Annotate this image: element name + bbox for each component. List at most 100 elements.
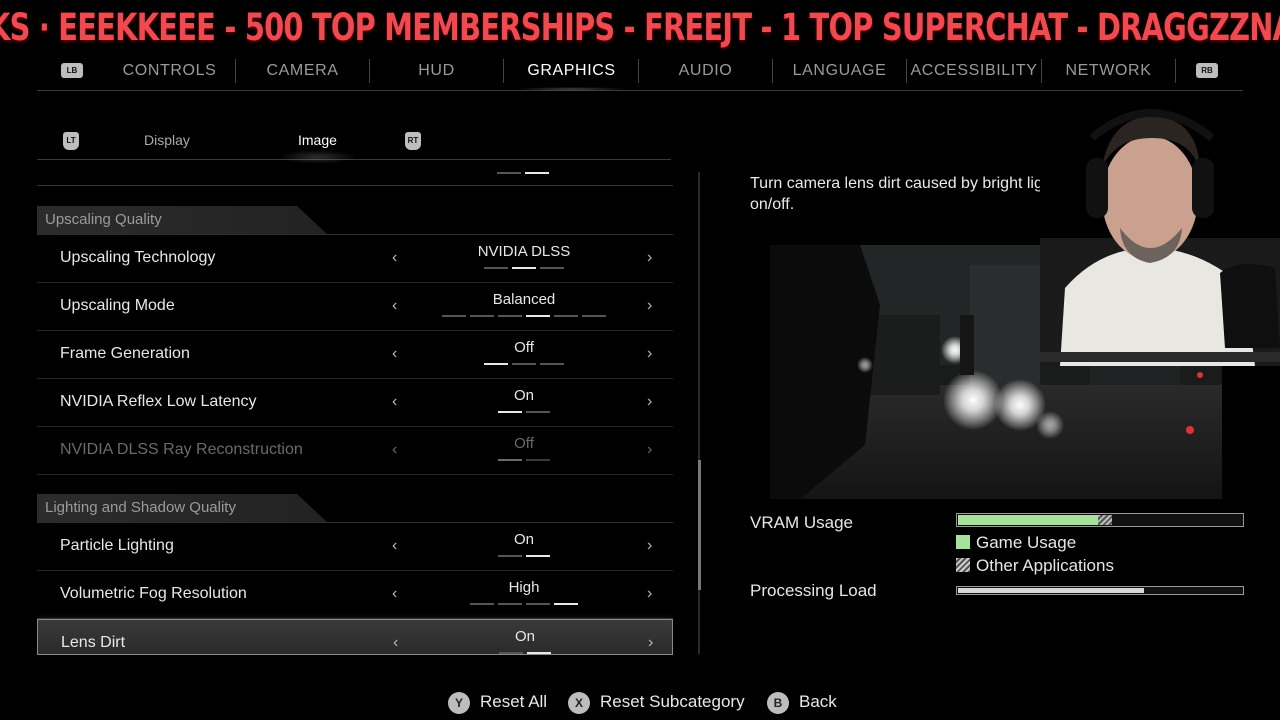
chevron-left-icon[interactable]: ‹ xyxy=(392,537,397,555)
chevron-right-icon[interactable]: › xyxy=(647,249,652,267)
previous-row-remnant xyxy=(37,160,673,186)
tab-language[interactable]: LANGUAGE xyxy=(782,55,897,87)
setting-row-nvidia-reflex[interactable]: NVIDIA Reflex Low Latency ‹ On › xyxy=(37,379,673,427)
scrollbar-thumb[interactable] xyxy=(698,460,701,590)
tab-network[interactable]: NETWORK xyxy=(1051,55,1166,87)
option-segment xyxy=(526,555,550,557)
option-segment xyxy=(498,459,522,461)
other-applications-swatch xyxy=(956,558,970,572)
settings-list[interactable]: Upscaling Quality Upscaling Technology ‹… xyxy=(37,160,673,655)
setting-label: Upscaling Mode xyxy=(60,297,175,314)
option-segment xyxy=(540,363,564,365)
option-segment xyxy=(527,652,551,654)
rb-button-icon[interactable]: RB xyxy=(1196,63,1218,78)
chevron-right-icon[interactable]: › xyxy=(647,297,652,315)
setting-label: NVIDIA Reflex Low Latency xyxy=(60,393,257,410)
option-indicator xyxy=(37,315,673,318)
chevron-left-icon[interactable]: ‹ xyxy=(392,297,397,315)
section-header-lighting: Lighting and Shadow Quality xyxy=(37,494,327,522)
remnant-segments xyxy=(497,172,557,175)
chevron-right-icon[interactable]: › xyxy=(647,537,652,555)
tab-divider xyxy=(638,59,639,83)
option-segment xyxy=(498,411,522,413)
option-segment xyxy=(470,603,494,605)
setting-value: On xyxy=(514,628,535,645)
y-button-icon: Y xyxy=(448,692,470,714)
tab-hud[interactable]: HUD xyxy=(379,55,494,87)
option-segment xyxy=(442,315,466,317)
processing-load-fill xyxy=(958,588,1144,593)
tab-controls[interactable]: CONTROLS xyxy=(112,55,227,87)
setting-value: Balanced xyxy=(492,291,556,308)
subtab-image[interactable]: Image xyxy=(278,132,357,164)
chevron-left-icon[interactable]: ‹ xyxy=(392,585,397,603)
chevron-right-icon[interactable]: › xyxy=(648,634,653,652)
vram-usage-bar xyxy=(956,513,1244,527)
tab-audio[interactable]: AUDIO xyxy=(648,55,763,87)
subtab-display[interactable]: Display xyxy=(144,132,190,148)
game-usage-swatch xyxy=(956,535,970,549)
setting-row-upscaling-technology[interactable]: Upscaling Technology ‹ NVIDIA DLSS › xyxy=(37,235,673,283)
option-indicator xyxy=(37,459,673,462)
option-indicator xyxy=(37,363,673,366)
legend-game-usage: Game Usage xyxy=(956,533,1076,553)
lb-button-icon[interactable]: LB xyxy=(61,63,83,78)
tab-graphics[interactable]: GRAPHICS xyxy=(514,55,629,91)
vram-other-fill xyxy=(1098,515,1113,525)
option-indicator xyxy=(37,603,673,606)
chevron-left-icon[interactable]: ‹ xyxy=(392,249,397,267)
streamer-webcam xyxy=(1040,98,1280,366)
tab-accessibility[interactable]: ACCESSIBILITY xyxy=(909,55,1039,87)
ticker-text: KS · EEEKKEEE - 500 TOP MEMBERSHIPS - FR… xyxy=(0,6,1280,49)
reset-all-button[interactable]: Y Reset All xyxy=(448,692,547,716)
setting-label: Particle Lighting xyxy=(60,537,174,554)
setting-label: NVIDIA DLSS Ray Reconstruction xyxy=(60,441,303,458)
tab-camera[interactable]: CAMERA xyxy=(245,55,360,87)
legend-other-applications: Other Applications xyxy=(956,556,1114,576)
chevron-left-icon[interactable]: ‹ xyxy=(392,393,397,411)
chevron-left-icon[interactable]: ‹ xyxy=(392,345,397,363)
option-segment xyxy=(470,315,494,317)
lt-trigger-icon[interactable]: LT xyxy=(63,132,79,150)
setting-row-lens-dirt[interactable]: Lens Dirt ‹ On › xyxy=(37,619,673,655)
setting-value: NVIDIA DLSS xyxy=(477,243,571,260)
option-segment xyxy=(582,315,606,317)
chevron-right-icon[interactable]: › xyxy=(647,345,652,363)
reset-subcategory-button[interactable]: X Reset Subcategory xyxy=(568,692,745,716)
setting-label: Upscaling Technology xyxy=(60,249,216,266)
setting-value: Off xyxy=(514,339,534,356)
chevron-left-icon: ‹ xyxy=(392,441,398,458)
setting-row-upscaling-mode[interactable]: Upscaling Mode ‹ Balanced › xyxy=(37,283,673,331)
option-segment xyxy=(512,267,536,269)
tab-divider xyxy=(906,59,907,83)
tab-divider xyxy=(369,59,370,83)
webcam-overlay xyxy=(1040,98,1280,366)
chevron-right-icon: › xyxy=(647,441,653,458)
sub-tab-bar: LT Display Image RT xyxy=(37,122,671,164)
option-segment xyxy=(526,459,550,461)
setting-value: On xyxy=(513,531,534,548)
rt-trigger-icon[interactable]: RT xyxy=(405,132,421,150)
chevron-left-icon[interactable]: ‹ xyxy=(393,634,398,652)
tab-divider xyxy=(1175,59,1176,83)
option-segment xyxy=(498,555,522,557)
back-button[interactable]: B Back xyxy=(767,692,837,716)
setting-row-dlss-ray-reconstruction: NVIDIA DLSS Ray Reconstruction ‹ Off › xyxy=(37,427,673,475)
stream-ticker: KS · EEEKKEEE - 500 TOP MEMBERSHIPS - FR… xyxy=(0,0,1280,58)
chevron-right-icon[interactable]: › xyxy=(647,585,652,603)
setting-row-volumetric-fog[interactable]: Volumetric Fog Resolution ‹ High › xyxy=(37,571,673,619)
option-indicator xyxy=(37,411,673,414)
chevron-right-icon[interactable]: › xyxy=(647,393,652,411)
setting-row-frame-generation[interactable]: Frame Generation ‹ Off › xyxy=(37,331,673,379)
setting-label: Frame Generation xyxy=(60,345,190,362)
vram-game-fill xyxy=(958,515,1099,525)
option-segment xyxy=(499,652,523,654)
option-segment xyxy=(512,363,536,365)
tab-divider xyxy=(772,59,773,83)
option-indicator xyxy=(38,652,673,655)
section-header-upscaling: Upscaling Quality xyxy=(37,206,327,234)
option-segment xyxy=(554,315,578,317)
processing-load-bar xyxy=(956,586,1244,595)
option-segment xyxy=(526,411,550,413)
setting-row-particle-lighting[interactable]: Particle Lighting ‹ On › xyxy=(37,523,673,571)
